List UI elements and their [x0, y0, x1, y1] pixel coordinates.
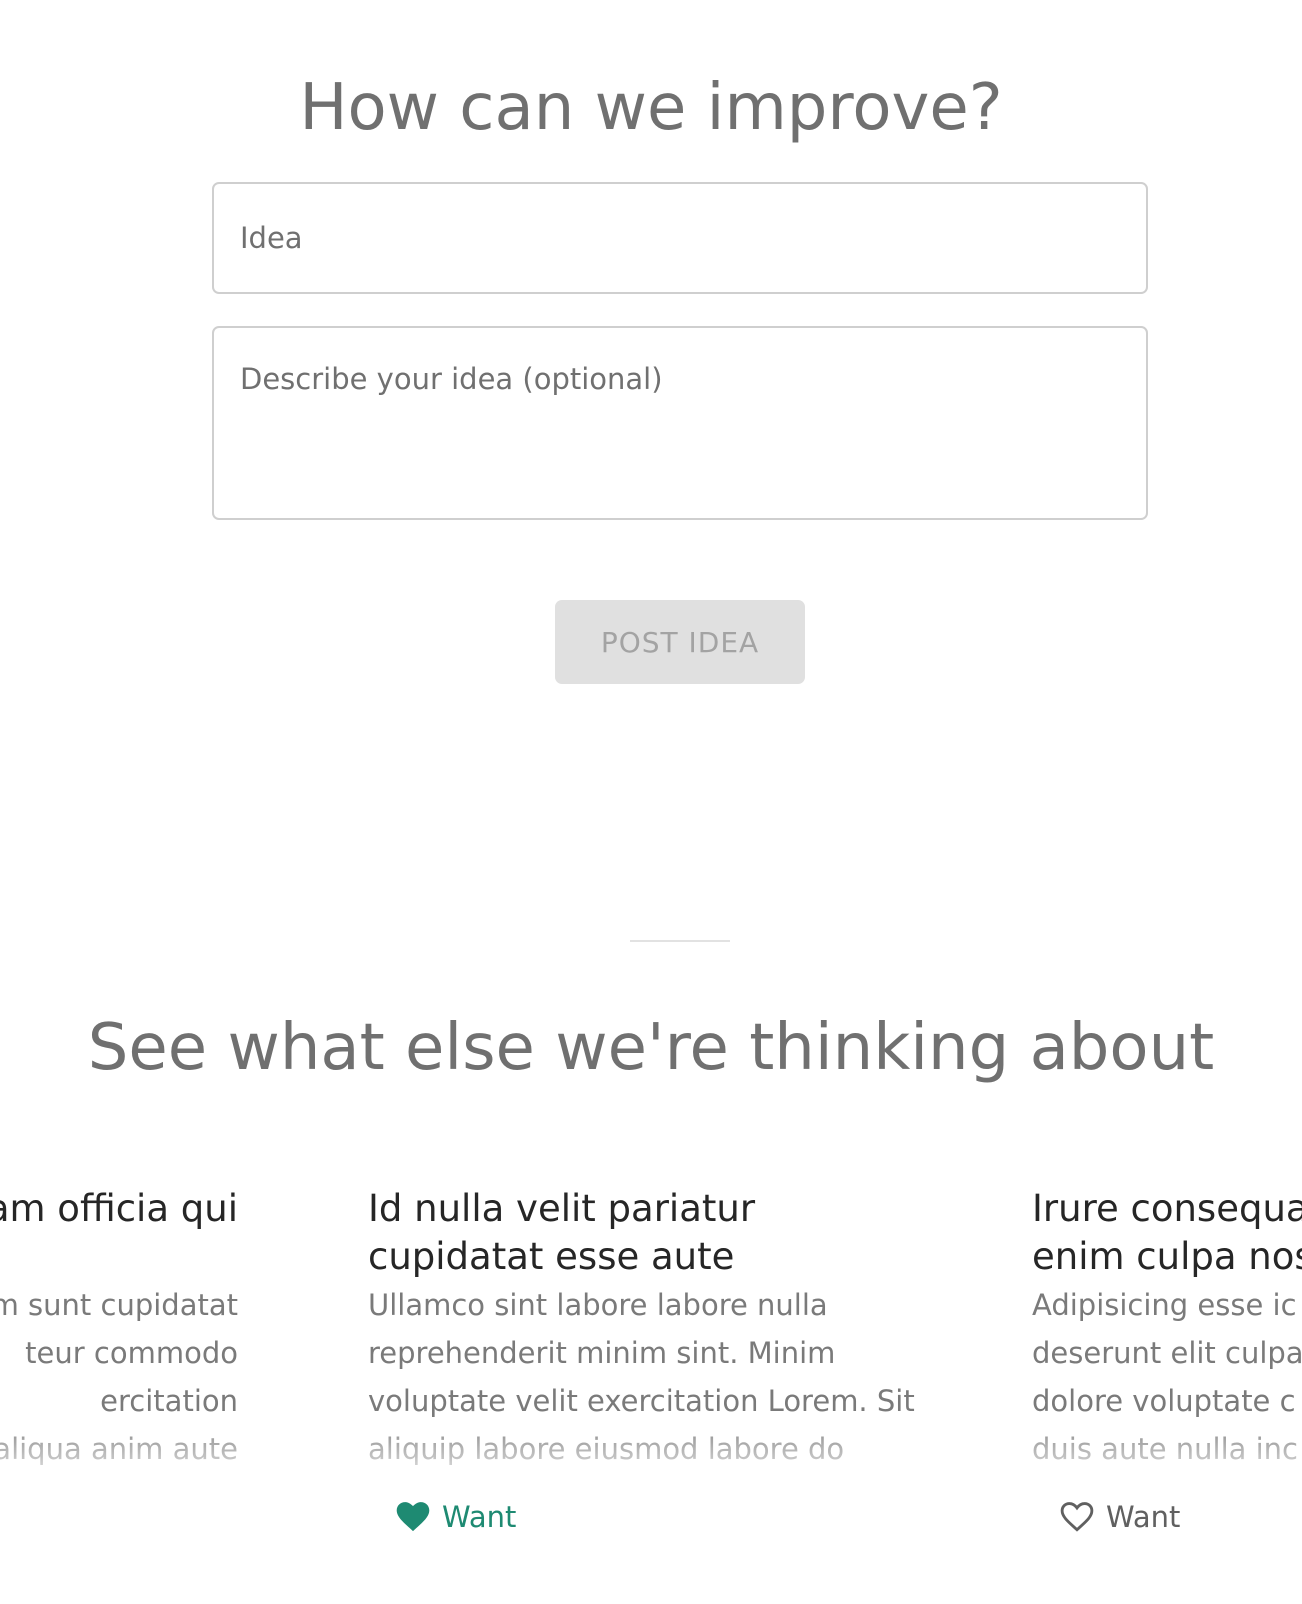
idea-card-description-line: m sunt cupidatat: [0, 1288, 238, 1322]
idea-card-description-line: aliquip labore eiusmod labore do: [368, 1432, 845, 1466]
want-button[interactable]: Want: [1060, 1500, 1180, 1534]
idea-card-description: m sunt cupidatat teur commodo ercitation…: [0, 1281, 238, 1473]
idea-card-description-line: duis aute nulla inc: [1032, 1432, 1298, 1466]
idea-card-title-line: [0, 1233, 238, 1281]
idea-description-input[interactable]: [212, 326, 1148, 520]
heart-outline-icon: [1060, 1502, 1094, 1532]
idea-card-description-line: dolore voluptate c: [1032, 1384, 1296, 1418]
idea-card-title-line: am officia qui: [0, 1187, 238, 1230]
idea-card-description-line: Ullamco sint labore labore nulla: [368, 1288, 828, 1322]
idea-card-description-line: teur commodo: [25, 1336, 238, 1370]
idea-card-description: Ullamco sint labore labore nulla reprehe…: [368, 1281, 936, 1473]
idea-card-title: Id nulla velit pariatur cupidatat esse a…: [368, 1185, 936, 1281]
idea-card-description-line: aliqua anim aute: [0, 1432, 238, 1466]
want-button[interactable]: Want: [396, 1500, 516, 1534]
idea-card-title: am officia qui: [0, 1185, 238, 1281]
idea-card-title: Irure consequa enim culpa nos: [1032, 1185, 1302, 1281]
post-idea-button[interactable]: POST IDEA: [555, 600, 805, 684]
page-title: How can we improve?: [299, 71, 1003, 145]
idea-card[interactable]: Id nulla velit pariatur cupidatat esse a…: [368, 1185, 936, 1473]
idea-input[interactable]: [212, 182, 1148, 294]
ideas-section-title: See what else we're thinking about: [87, 1011, 1215, 1085]
idea-card-title-line: cupidatat esse aute: [368, 1235, 735, 1278]
idea-card-description-line: ercitation: [100, 1384, 238, 1418]
idea-card-title-line: Irure consequa: [1032, 1187, 1302, 1230]
idea-card-description-line: deserunt elit culpa: [1032, 1336, 1302, 1370]
want-label: Want: [1106, 1500, 1181, 1534]
idea-card-description-line: voluptate velit exercitation Lorem. Sit: [368, 1384, 915, 1418]
want-label: Want: [442, 1500, 517, 1534]
idea-card[interactable]: Irure consequa enim culpa nos Adipisicin…: [1032, 1185, 1302, 1473]
idea-card-description-line: reprehenderit minim sint. Minim: [368, 1336, 836, 1370]
section-divider: [630, 940, 730, 942]
idea-card-title-line: Id nulla velit pariatur: [368, 1187, 756, 1230]
idea-card[interactable]: am officia qui m sunt cupidatat teur com…: [0, 1185, 238, 1473]
idea-card-title-line: enim culpa nos: [1032, 1235, 1302, 1278]
idea-card-description-line: Adipisicing esse ic: [1032, 1288, 1297, 1322]
heart-filled-icon: [396, 1502, 430, 1532]
idea-card-description: Adipisicing esse ic deserunt elit culpa …: [1032, 1281, 1302, 1473]
